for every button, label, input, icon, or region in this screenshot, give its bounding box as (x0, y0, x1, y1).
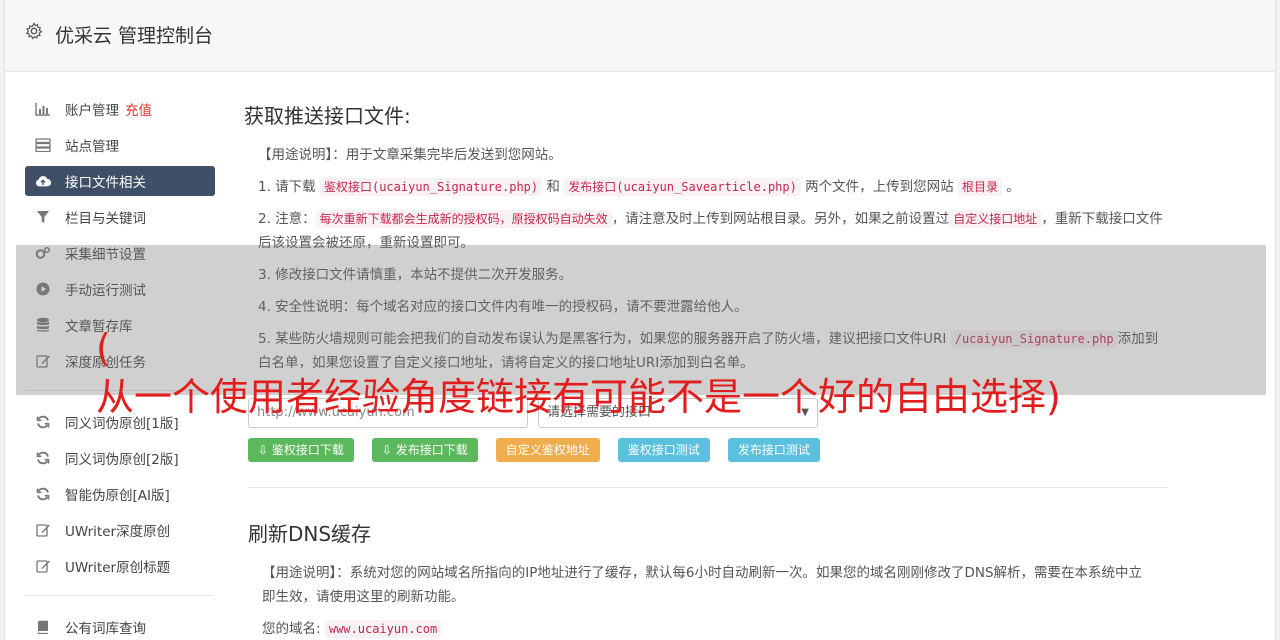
sidebar-item-columns-keywords[interactable]: 栏目与关键词 (25, 202, 215, 232)
button-label: 发布接口下载 (395, 443, 468, 457)
step-text: 2. 注意： (258, 211, 316, 227)
interface-buttons: ⇩ 鉴权接口下载 ⇩ 发布接口下载 自定义鉴权地址 鉴权接口测试 发布接口测试 (248, 438, 838, 462)
step-text: 。 (1001, 179, 1020, 195)
gear-icon (25, 22, 43, 40)
sidebar-item-ai-rewrite[interactable]: 智能伪原创[AI版] (25, 479, 215, 509)
dns-usage-note: 【用途说明】：系统对您的网站域名所指向的IP地址进行了缓存，默认每6小时自动刷新… (248, 561, 1148, 609)
overlay-text: 从一个使用者经验角度链接有可能不是一个好的自由选择) (96, 375, 1061, 419)
sidebar-item-public-lexicon[interactable]: 公有词库查询 (25, 612, 215, 640)
code-signature-file: 鉴权接口(ucaiyun_Signature.php) (319, 178, 543, 196)
sidebar-item-label: 接口文件相关 (65, 175, 146, 191)
overlay-caption: ( 从一个使用者经验角度链接有可能不是一个好的自由选择) (96, 328, 1266, 426)
sidebar-item-uwriter-title[interactable]: UWriter原创标题 (25, 551, 215, 581)
sidebar-item-label: 同义词伪原创[2版] (65, 452, 179, 468)
server-icon (35, 137, 51, 153)
usage-note: 【用途说明】：用于文章采集完毕后发送到您网站。 (244, 143, 1164, 167)
step-text: 1. 请下载 (258, 179, 320, 195)
sidebar-item-synonym-v2[interactable]: 同义词伪原创[2版] (25, 443, 215, 473)
refresh-icon (35, 414, 51, 430)
section-title-dns: 刷新DNS缓存 (248, 522, 372, 546)
step-text: 两个文件，上传到您网站 (800, 179, 958, 195)
sidebar-item-label: 栏目与关键词 (65, 211, 146, 227)
step-text: 和 (542, 179, 565, 195)
button-label: 鉴权接口下载 (271, 443, 344, 457)
sidebar-item-label: 账户管理 (65, 103, 119, 119)
sidebar-item-label: 智能伪原创[AI版] (65, 488, 170, 504)
test-publish-button[interactable]: 发布接口测试 (727, 438, 820, 462)
section-title-interface: 获取推送接口文件: (244, 104, 411, 128)
recharge-link[interactable]: 充值 (125, 99, 152, 119)
step-text: ，请注意及时上传到网站根目录。另外，如果之前设置过 (611, 211, 950, 227)
bar-chart-icon (35, 101, 51, 117)
sidebar-divider (25, 595, 213, 596)
download-icon: ⇩ (381, 443, 396, 457)
section-divider (248, 487, 1168, 488)
overlay-paren: ( (96, 328, 111, 370)
sidebar-item-label: 公有词库查询 (65, 621, 146, 637)
edit-icon (35, 558, 51, 574)
sidebar-item-label: 站点管理 (65, 139, 119, 155)
book-icon (35, 619, 51, 635)
domain-value: www.ucaiyun.com (324, 620, 442, 638)
filter-icon (35, 209, 51, 225)
sidebar-item-uwriter-deep[interactable]: UWriter深度原创 (25, 515, 215, 545)
usage-text: ：系统对您的网站域名所指向的IP地址进行了缓存，默认每6小时自动刷新一次。如果您… (262, 565, 1143, 605)
step-1: 1. 请下载 鉴权接口(ucaiyun_Signature.php) 和 发布接… (244, 175, 1164, 199)
sidebar-item-sites[interactable]: 站点管理 (25, 130, 215, 160)
usage-label: 【用途说明】 (258, 147, 333, 163)
sidebar-item-interface-files[interactable]: 接口文件相关 (25, 166, 215, 196)
usage-label: 【用途说明】 (262, 565, 337, 581)
download-icon: ⇩ (258, 443, 272, 457)
download-publish-button[interactable]: ⇩ 发布接口下载 (371, 438, 478, 462)
sidebar-item-label: UWriter深度原创 (65, 524, 171, 540)
code-root-dir: 根目录 (957, 178, 1002, 196)
custom-auth-url-button[interactable]: 自定义鉴权地址 (495, 438, 600, 462)
sidebar-item-account[interactable]: 账户管理 充值 (25, 94, 215, 124)
app-title: 优采云 管理控制台 (55, 25, 214, 47)
code-custom-url: 自定义接口地址 (949, 210, 1042, 228)
domain-row: 您的域名: www.ucaiyun.com (248, 617, 1148, 640)
edit-icon (35, 522, 51, 538)
refresh-icon (35, 450, 51, 466)
test-signature-button[interactable]: 鉴权接口测试 (617, 438, 710, 462)
domain-label: 您的域名: (262, 621, 325, 637)
usage-text: ：用于文章采集完毕后发送到您网站。 (332, 147, 562, 163)
sidebar-item-label: UWriter原创标题 (65, 560, 171, 576)
download-signature-button[interactable]: ⇩ 鉴权接口下载 (248, 438, 354, 462)
app-header: 优采云 管理控制台 (5, 0, 1275, 72)
dns-section: 刷新DNS缓存 【用途说明】：系统对您的网站域名所指向的IP地址进行了缓存，默认… (248, 518, 1148, 640)
cloud-upload-icon (35, 173, 51, 189)
code-auth-warning: 每次重新下载都会生成新的授权码，原授权码自动失效 (315, 210, 612, 228)
refresh-icon (35, 486, 51, 502)
code-savearticle-file: 发布接口(ucaiyun_Savearticle.php) (564, 178, 801, 196)
